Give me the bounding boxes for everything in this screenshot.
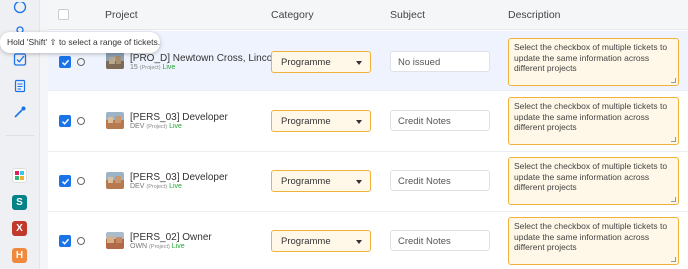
shift-select-tooltip: Hold 'Shift' ⇧ to select a range of tick… [0,32,160,53]
project-meta: OWN (Project) Live [130,243,185,250]
status-badge: Live [169,183,182,190]
resize-handle-icon[interactable] [671,197,676,202]
select-all-checkbox[interactable] [58,9,69,20]
eyedropper-icon[interactable] [11,103,28,120]
project-type: (Project) [146,184,168,190]
project-code: 15 [130,64,138,71]
category-select[interactable]: Programme [271,230,371,252]
project-code: DEV [130,123,145,130]
description-textarea[interactable]: Select the checkbox of multiple tickets … [508,97,679,145]
header-category[interactable]: Category [271,9,314,21]
category-value: Programme [281,236,331,247]
category-value: Programme [281,116,331,127]
refresh-icon[interactable] [77,237,85,245]
description-text: Select the checkbox of multiple tickets … [514,42,668,73]
description-textarea[interactable]: Select the checkbox of multiple tickets … [508,217,679,265]
description-text: Select the checkbox of multiple tickets … [514,161,668,192]
subject-input[interactable]: No issued [390,51,490,72]
hubspot-icon[interactable]: H [12,248,27,263]
description-text: Select the checkbox of multiple tickets … [514,221,668,252]
resize-handle-icon[interactable] [671,137,676,142]
status-badge: Live [162,64,176,71]
resize-handle-icon[interactable] [671,78,676,83]
project-thumbnail [106,172,124,189]
project-type: (Project) [149,244,170,250]
circle-icon[interactable] [11,0,28,17]
resize-handle-icon[interactable] [671,257,676,262]
project-meta: DEV (Project) Live [130,183,182,190]
row-checkbox[interactable] [59,235,71,247]
slack-icon[interactable] [12,168,27,183]
category-value: Programme [281,57,331,68]
chevron-down-icon [356,120,362,124]
header-project[interactable]: Project [105,9,138,21]
refresh-icon[interactable] [77,177,85,185]
description-text: Select the checkbox of multiple tickets … [514,101,668,132]
project-name: [PERS_02] Owner [130,232,212,243]
description-textarea[interactable]: Select the checkbox of multiple tickets … [508,157,679,205]
chevron-down-icon [356,180,362,184]
excel-icon[interactable]: X [12,221,27,236]
category-select[interactable]: Programme [271,170,371,192]
refresh-icon[interactable] [77,58,85,66]
category-select[interactable]: Programme [271,110,371,132]
status-badge: Live [171,243,185,250]
row-checkbox[interactable] [59,175,71,187]
project-name: [PERS_03] Developer [130,112,228,123]
row-checkbox[interactable] [59,56,71,68]
document-icon[interactable] [11,77,28,94]
table-row[interactable]: [PERS_03] Developer DEV (Project) Live P… [48,92,688,152]
header-description[interactable]: Description [508,9,561,21]
sharepoint-icon[interactable]: S [12,195,27,210]
description-textarea[interactable]: Select the checkbox of multiple tickets … [508,38,679,86]
subject-input[interactable]: Credit Notes [390,230,490,251]
chevron-down-icon [356,61,362,65]
project-thumbnail [106,232,124,249]
table-row[interactable]: [PERS_02] Owner OWN (Project) Live Progr… [48,212,688,269]
table-row[interactable]: [PERS_03] Developer DEV (Project) Live P… [48,152,688,212]
project-name: [PRO_D] Newtown Cross, Lincoln [130,53,281,64]
row-checkbox[interactable] [59,115,71,127]
project-meta: DEV (Project) Live [130,123,182,130]
project-name: [PERS_03] Developer [130,172,228,183]
subject-input[interactable]: Credit Notes [390,170,490,191]
sidebar-divider [6,135,34,136]
header-subject[interactable]: Subject [390,9,425,21]
refresh-icon[interactable] [77,117,85,125]
project-type: (Project) [146,124,168,130]
category-value: Programme [281,176,331,187]
project-code: OWN [130,243,148,250]
project-type: (Project) [139,65,161,71]
subject-input[interactable]: Credit Notes [390,110,490,131]
chevron-down-icon [356,240,362,244]
project-code: DEV [130,183,145,190]
project-meta: 15 (Project) Live [130,64,175,71]
project-thumbnail [106,52,124,69]
category-select[interactable]: Programme [271,51,371,73]
status-badge: Live [169,123,182,130]
table-header: Project Category Subject Description [48,0,688,30]
project-thumbnail [106,112,124,129]
